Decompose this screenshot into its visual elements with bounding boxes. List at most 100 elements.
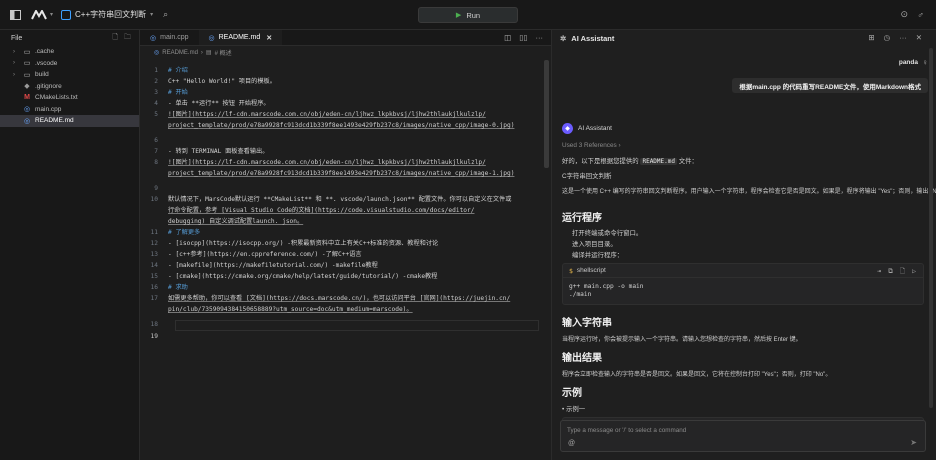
play-icon: ▶ (455, 12, 462, 19)
example-item: • 示例一 (562, 406, 586, 413)
code-language: shellscript (576, 267, 606, 274)
split-editor-icon[interactable]: ▯▯ (519, 33, 527, 42)
code-line: 2 C++ "Hello World!" 项目的模板。 (154, 78, 276, 85)
assistant-title: AI Assistant (571, 33, 615, 43)
chat-thread: panda ♀ 根据main.cpp 的代码重写README文件，使用Markd… (552, 46, 936, 420)
code-line: 18 (150, 321, 158, 328)
close-icon[interactable]: ✕ (266, 34, 272, 42)
copy-icon[interactable]: ⧉ (888, 267, 893, 278)
chevron-right-icon: › (13, 71, 15, 78)
markdown-file-icon: ◎ (23, 117, 31, 125)
chevron-down-icon: ▾ (150, 12, 154, 18)
markdown-file-icon: ◎ (208, 34, 215, 42)
code-line: pin/club/7359094384150658889?utm_source=… (168, 306, 413, 313)
code-line: 9 (154, 185, 158, 192)
search-icon[interactable]: ⌕ (163, 0, 168, 29)
inline-code: README.md (640, 158, 677, 165)
sparkle-icon: ✲ (560, 33, 567, 43)
code-line: 7- 转到 TERMINAL 面板查看输出。 (154, 148, 269, 155)
more-icon[interactable]: ··· (899, 33, 907, 42)
mention-icon[interactable]: @ (568, 440, 575, 447)
tree-item-vscode[interactable]: › ▭ .vscode (0, 58, 139, 70)
tree-item-label: README.md (35, 117, 74, 125)
code-line: 5 ![图片](https://lf-cdn.marscode.com.cn/ob… (154, 111, 486, 118)
insert-icon[interactable]: ⇥ (877, 267, 881, 278)
current-line-highlight (175, 320, 539, 331)
code-line: 行命令配置，参考 [Visual Studio Code的文档](https:/… (168, 207, 475, 214)
code-line: 12- [isocpp](https://isocpp.org/) -积累最新资… (150, 240, 439, 247)
project-name: C++字符串回文判断 (75, 10, 147, 19)
tab-main-cpp[interactable]: ◎ main.cpp (140, 30, 199, 45)
references-toggle[interactable]: Used 3 References › (562, 142, 621, 149)
markdown-file-icon: ◎ (154, 50, 160, 56)
run-step: 进入项目目录。 (572, 241, 617, 248)
help-icon[interactable]: ⊙ (900, 0, 908, 29)
ai-subtitle: C字符串回文判断 (562, 173, 612, 180)
tree-item-label: CMakeLists.txt (35, 94, 78, 102)
run-step: 编译并运行程序： (572, 252, 624, 259)
tree-item-label: main.cpp (35, 105, 62, 113)
tab-readme[interactable]: ◎ README.md ✕ (198, 30, 283, 45)
new-chat-icon[interactable]: ⊞ (868, 33, 874, 42)
code-line: 13- [c++参考](https://en.cppreference.com/… (150, 251, 362, 258)
code-line: 6 (154, 137, 158, 144)
folder-icon: ▭ (23, 60, 31, 68)
cpp-file-icon: ◎ (150, 34, 157, 42)
user-avatar-icon: ♀ (922, 58, 928, 67)
preview-icon[interactable]: ◫ (504, 33, 511, 42)
tree-item-readme[interactable]: ◎ README.md (0, 115, 139, 127)
folder-icon: ▭ (23, 48, 31, 56)
more-icon[interactable]: ··· (536, 33, 544, 42)
chevron-down-icon: ▾ (50, 12, 54, 18)
breadcrumb-section[interactable]: # 概述 (215, 48, 232, 57)
editor-pane: ◎ main.cpp ◎ README.md ✕ ◫ ▯▯ ··· ◎ READ… (140, 30, 552, 460)
explorer-header: File 🗋 🗀 (0, 30, 139, 46)
tree-item-label: .vscode (35, 59, 58, 67)
input-description: 当程序运行时，你会被提示输入一个字符串。请输入您想检查的字符串，然后按 Ente… (562, 337, 802, 343)
run-icon[interactable]: ▷ (912, 267, 916, 278)
code-line: 4- 单击 **运行** 按钮 开始程序。 (154, 100, 270, 107)
heading-icon: ▤ (205, 50, 212, 56)
new-folder-icon[interactable]: 🗀 (124, 33, 131, 44)
run-button[interactable]: ▶ Run (418, 7, 518, 23)
run-label: Run (466, 10, 481, 20)
heading-example: 示例 (562, 388, 582, 399)
code-line: g++ main.cpp -o main (569, 283, 644, 290)
message-input[interactable] (567, 425, 897, 435)
send-icon[interactable]: ➤ (910, 438, 917, 447)
tree-item-gitignore[interactable]: ◆ .gitignore (0, 81, 139, 93)
ai-avatar-icon: ◆ (562, 123, 573, 134)
user-message: 根据main.cpp 的代码重写README文件，使用Markdown格式 (732, 78, 928, 93)
top-bar: ▾ C++字符串回文判断 ▾ ⌕ ▶ Run ⊙ ♂ (0, 0, 936, 30)
cpp-file-icon: ◎ (23, 106, 31, 114)
assistant-header: ✲ AI Assistant ⊞ ◷ ··· ✕ (552, 30, 936, 46)
project-icon (61, 9, 72, 20)
tab-label: README.md (218, 34, 261, 41)
code-block: $ shellscript ⇥ ⧉ 🗋 ▷ g++ main.cpp -o ma… (562, 263, 924, 305)
tree-item-build[interactable]: › ▭ build (0, 69, 139, 81)
cmake-file-icon: M (24, 94, 30, 102)
code-line: 10 默认情况下，MarsCode默认运行 **CMakeList** 和 **.… (150, 196, 512, 203)
project-switcher[interactable]: C++字符串回文判断 ▾ (61, 0, 153, 29)
editor-scrollbar[interactable] (544, 60, 549, 168)
marscode-logo-icon[interactable]: ▾ (31, 0, 53, 29)
tree-item-main-cpp[interactable]: ◎ main.cpp (0, 104, 139, 116)
layout-toggle-icon[interactable] (10, 0, 21, 29)
new-file-icon[interactable]: 🗋 (900, 267, 905, 278)
close-icon[interactable]: ✕ (916, 33, 922, 42)
heading-output: 输出结果 (562, 353, 602, 364)
code-line: project_template/prod/e78a9928fc913dcd1b… (168, 170, 515, 177)
ai-name: AI Assistant (578, 125, 612, 132)
code-line: 19 (150, 333, 158, 340)
code-line: 11 # 了解更多 (150, 229, 201, 236)
account-icon[interactable]: ♂ (917, 0, 924, 29)
chat-scrollbar[interactable] (929, 48, 933, 408)
breadcrumb-file[interactable]: README.md (162, 50, 198, 56)
tree-item-cmakelists[interactable]: M CMakeLists.txt (0, 92, 139, 104)
editor-tabs: ◎ main.cpp ◎ README.md ✕ ◫ ▯▯ ··· (140, 30, 551, 46)
tree-item-cache[interactable]: › ▭ .cache (0, 46, 139, 58)
history-icon[interactable]: ◷ (884, 33, 891, 42)
code-block-header: $ shellscript ⇥ ⧉ 🗋 ▷ (563, 264, 923, 278)
folder-icon: ▭ (23, 71, 31, 79)
new-file-icon[interactable]: 🗋 (112, 33, 118, 44)
